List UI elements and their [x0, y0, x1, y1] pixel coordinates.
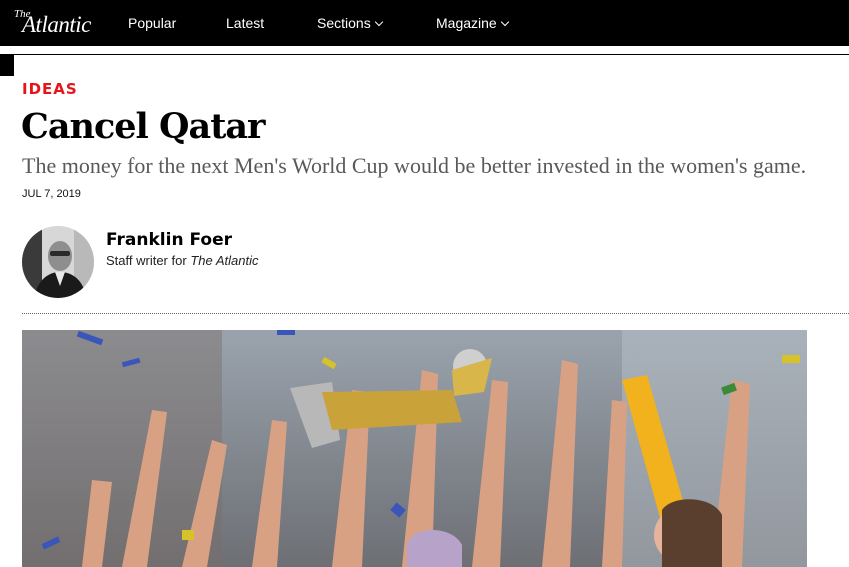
chevron-down-icon	[374, 17, 383, 27]
nav-magazine-label: Magazine	[436, 15, 497, 31]
nav-popular[interactable]: Popular	[128, 15, 176, 31]
hero-image	[22, 330, 807, 567]
author-role: Staff writer for The Atlantic	[106, 253, 258, 268]
article-title: Cancel Qatar	[21, 106, 265, 147]
nav-sections[interactable]: Sections	[317, 15, 383, 31]
author-role-prefix: Staff writer for	[106, 253, 187, 268]
article-dek: The money for the next Men's World Cup w…	[22, 153, 807, 178]
chevron-down-icon	[500, 17, 509, 27]
author-name[interactable]: Franklin Foer	[106, 230, 232, 250]
nav-magazine[interactable]: Magazine	[436, 15, 509, 31]
publish-date: JUL 7, 2019	[22, 188, 81, 200]
nav-sections-label: Sections	[317, 15, 371, 31]
logo-name: Atlantic	[22, 12, 91, 37]
top-navigation-bar: The Atlantic Popular Latest Sections Mag…	[0, 0, 849, 46]
divider	[22, 313, 849, 314]
header-rule	[0, 54, 849, 55]
author-avatar[interactable]	[22, 226, 94, 298]
corner-mark	[0, 55, 14, 76]
nav-latest[interactable]: Latest	[226, 15, 264, 31]
section-kicker[interactable]: IDEAS	[22, 80, 78, 98]
author-role-publication: The Atlantic	[190, 253, 259, 268]
